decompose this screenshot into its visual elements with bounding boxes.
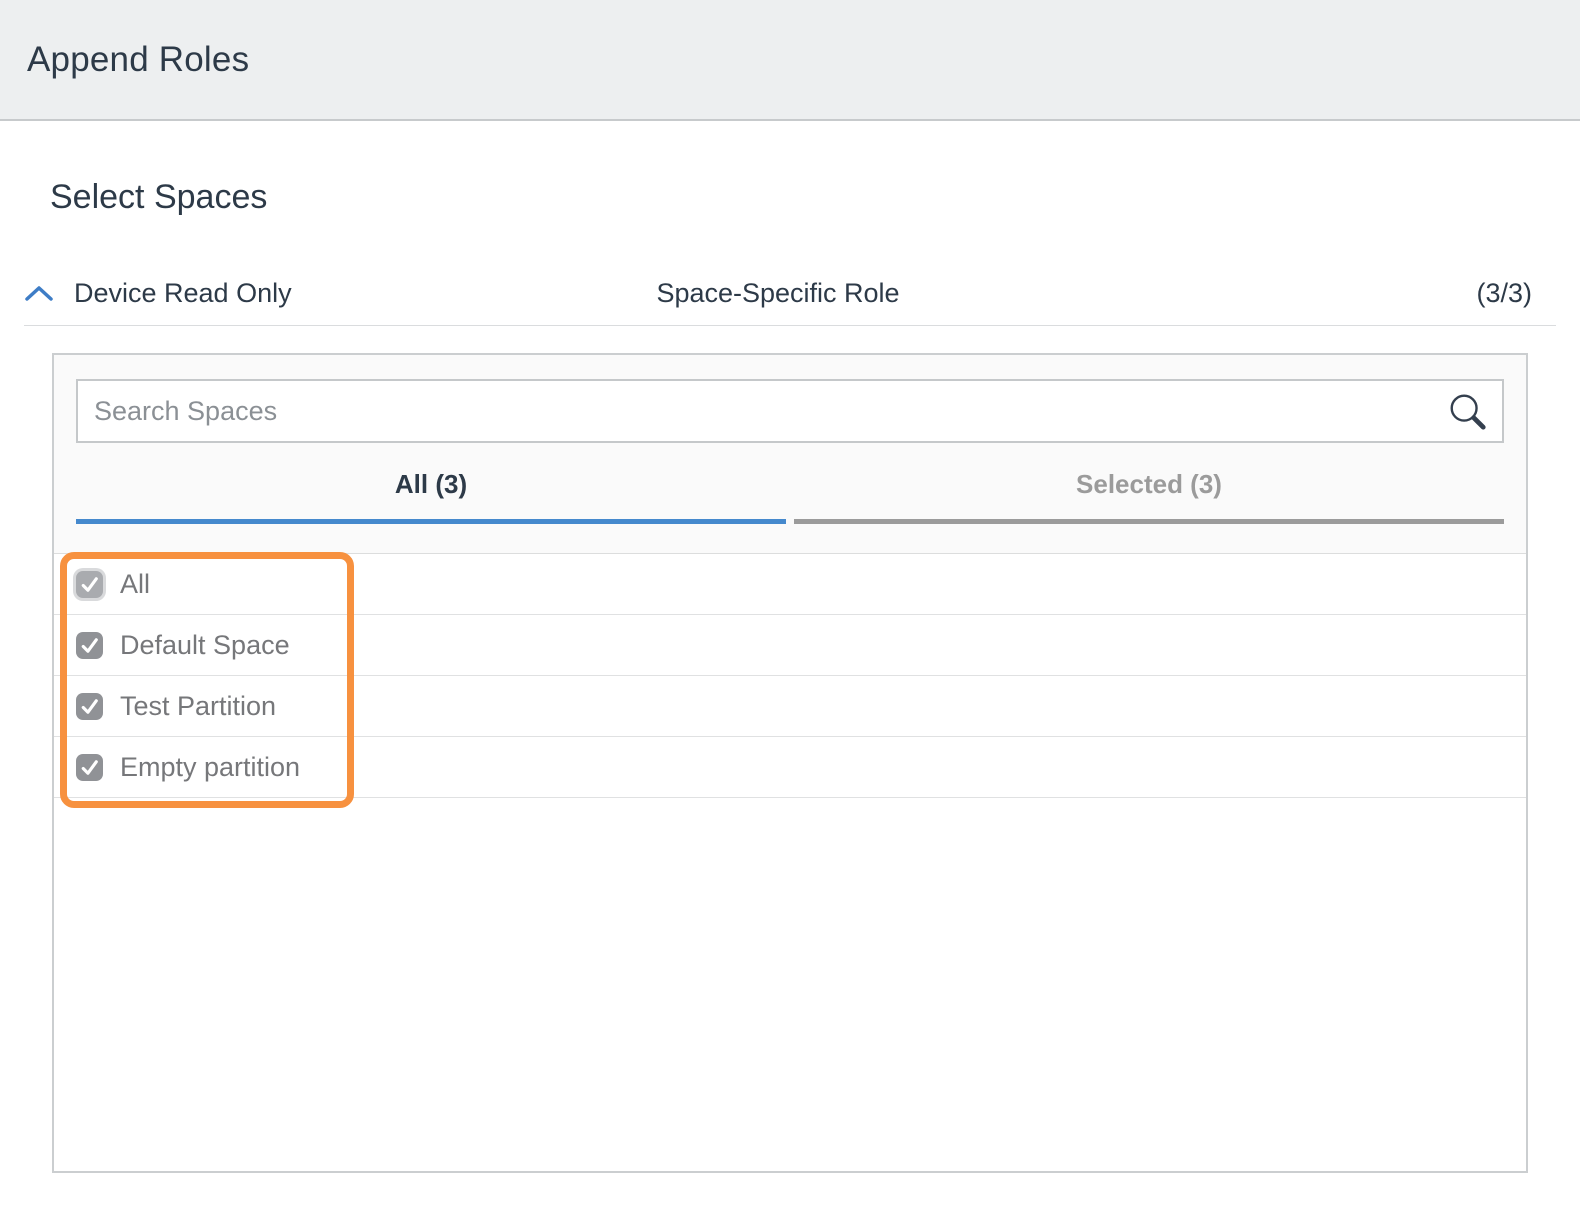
tab-all[interactable]: All (3): [76, 467, 786, 524]
space-row-empty-partition[interactable]: Empty partition: [54, 737, 1526, 798]
role-count: (3/3): [1476, 278, 1533, 308]
section-title: Select Spaces: [50, 178, 268, 216]
space-row-all[interactable]: All: [54, 554, 1526, 615]
content: Select Spaces Device Read Only Space-Spe…: [0, 177, 1580, 1173]
spaces-panel: All (3) Selected (3) All Defaul: [52, 353, 1528, 1173]
search-field: [76, 379, 1504, 443]
page-header: Append Roles: [0, 0, 1580, 121]
space-row-test-partition[interactable]: Test Partition: [54, 676, 1526, 737]
checkbox-checked-icon[interactable]: [76, 631, 103, 659]
tabs: All (3) Selected (3): [76, 467, 1504, 524]
role-header-left: Device Read Only: [24, 277, 527, 309]
search-input[interactable]: [76, 379, 1504, 443]
panel-top: All (3) Selected (3): [54, 355, 1526, 554]
checkbox-checked-icon[interactable]: [76, 692, 103, 720]
space-label: Empty partition: [120, 751, 301, 782]
chevron-up-icon[interactable]: [24, 285, 54, 302]
space-label: Test Partition: [120, 690, 277, 721]
page-title: Append Roles: [27, 39, 250, 79]
space-row-default-space[interactable]: Default Space: [54, 615, 1526, 676]
space-list: All Default Space Test Partition Empty p…: [54, 554, 1526, 798]
checkbox-checked-icon[interactable]: [76, 753, 103, 781]
role-name: Device Read Only: [74, 278, 292, 308]
space-label: Default Space: [120, 629, 290, 660]
search-icon[interactable]: [1446, 390, 1488, 432]
space-label: All: [120, 568, 151, 599]
role-header-row: Device Read Only Space-Specific Role (3/…: [24, 277, 1556, 326]
tab-selected[interactable]: Selected (3): [794, 467, 1504, 524]
role-type-label: Space-Specific Role: [656, 278, 900, 308]
checkbox-checked-icon[interactable]: [76, 570, 103, 598]
